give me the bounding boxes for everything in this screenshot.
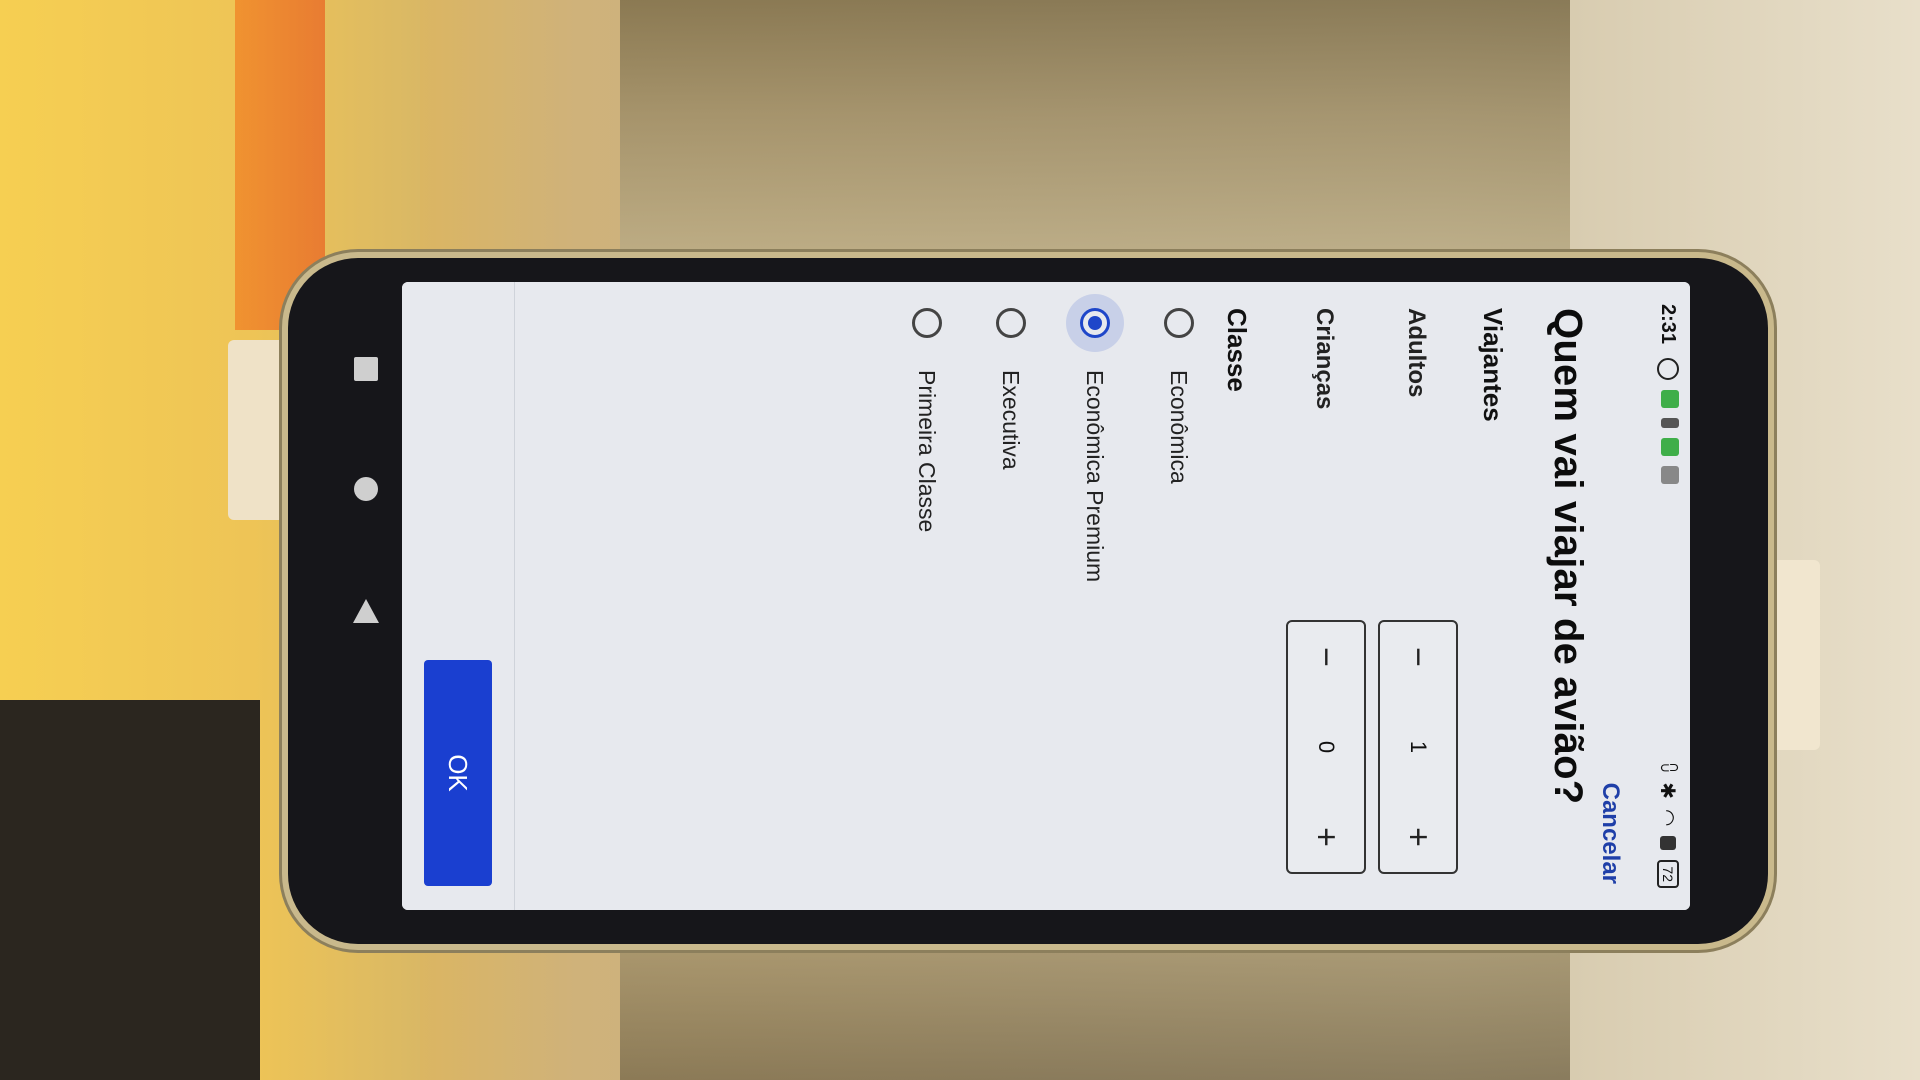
class-option-label: Executiva — [998, 370, 1025, 470]
square-icon — [354, 357, 378, 381]
adults-stepper: − 1 + — [1378, 620, 1458, 874]
adults-minus-button[interactable]: − — [1399, 622, 1438, 692]
radio-button[interactable] — [912, 308, 942, 338]
android-nav-bar — [330, 275, 400, 925]
wifi-icon: ◠ — [1656, 808, 1679, 827]
radio-button[interactable] — [1164, 308, 1194, 338]
children-minus-button[interactable]: − — [1307, 622, 1346, 692]
class-option-economica-premium[interactable]: Econômica Premium — [1080, 308, 1110, 582]
adults-count: 1 — [1406, 740, 1431, 754]
phone-holder-clamp — [1760, 560, 1820, 750]
class-heading: Classe — [1222, 308, 1252, 392]
recents-button[interactable] — [352, 355, 380, 383]
class-option-label: Primeira Classe — [914, 370, 941, 533]
children-count: 0 — [1314, 740, 1339, 754]
sim-icon — [1660, 836, 1676, 851]
travelers-dialog: 2:31 ⩇ ✱ ◠ 72 Cancelar Quem vai viajar d… — [402, 282, 1690, 910]
system-icons: ⩇ ✱ ◠ 72 — [1656, 763, 1681, 888]
adults-plus-button[interactable]: + — [1399, 802, 1438, 872]
bluetooth-icon: ✱ — [1656, 782, 1679, 799]
class-option-label: Econômica — [1166, 370, 1193, 484]
radio-button-selected[interactable] — [1080, 308, 1110, 338]
circle-icon — [354, 477, 378, 501]
children-label: Crianças — [1311, 308, 1338, 410]
dialog-title: Quem vai viajar de avião? — [1546, 308, 1590, 805]
battery-icon: 72 — [1657, 860, 1679, 888]
status-bar: 2:31 ⩇ ✱ ◠ 72 — [1646, 282, 1690, 910]
background-shelf-bottom — [620, 920, 1570, 1080]
footer-divider — [514, 282, 515, 910]
notification-icons — [1657, 358, 1679, 485]
children-stepper: − 0 + — [1286, 620, 1366, 874]
travelers-heading: Viajantes — [1478, 308, 1508, 422]
ok-button[interactable]: OK — [424, 660, 492, 886]
class-option-primeira-classe[interactable]: Primeira Classe — [912, 308, 942, 532]
adults-label: Adultos — [1403, 308, 1430, 398]
triangle-icon — [353, 599, 379, 623]
home-button[interactable] — [352, 475, 380, 503]
nfc-icon: ⩇ — [1657, 763, 1680, 773]
class-option-label: Econômica Premium — [1082, 370, 1109, 583]
message-icon — [1661, 466, 1679, 485]
app-notification-icon — [1661, 438, 1679, 457]
notification-icon — [1661, 418, 1679, 429]
radio-button[interactable] — [996, 308, 1026, 338]
back-button[interactable] — [352, 597, 380, 625]
class-option-economica[interactable]: Econômica — [1164, 308, 1194, 484]
settings-icon — [1657, 358, 1679, 381]
background-dark-object — [0, 700, 260, 1080]
class-option-executiva[interactable]: Executiva — [996, 308, 1026, 470]
phone-holder-clamp — [228, 340, 293, 520]
background-shelf-top — [620, 0, 1570, 255]
cancel-button[interactable]: Cancelar — [1596, 783, 1624, 884]
status-time: 2:31 — [1657, 304, 1680, 345]
children-plus-button[interactable]: + — [1307, 802, 1346, 872]
phone-screen: 2:31 ⩇ ✱ ◠ 72 Cancelar Quem vai viajar d… — [402, 282, 1690, 910]
app-notification-icon — [1661, 390, 1679, 409]
